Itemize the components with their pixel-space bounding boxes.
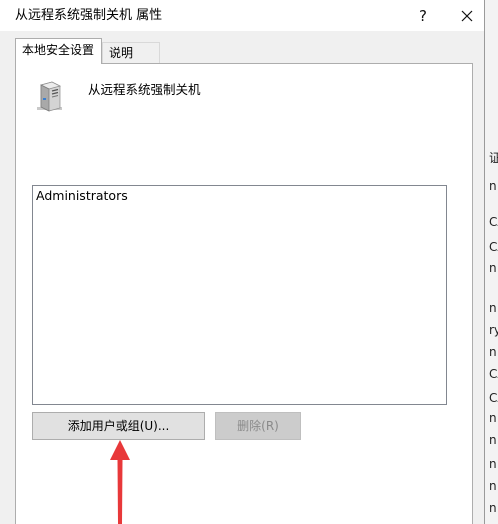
red-arrow-up-icon	[110, 440, 130, 524]
question-mark-icon: ?	[419, 6, 427, 25]
title-bar[interactable]: 从远程系统强制关机 属性 ?	[0, 0, 484, 31]
tab-explain[interactable]: 说明	[102, 42, 160, 63]
members-listbox[interactable]: Administrators	[32, 185, 447, 405]
background-text: CA	[489, 391, 498, 405]
window-title: 从远程系统强制关机 属性	[15, 8, 163, 23]
tab-label: 说明	[109, 46, 134, 60]
close-icon	[461, 10, 473, 21]
background-text: ry	[489, 323, 498, 337]
background-text: n	[489, 479, 497, 493]
tab-panel: 从远程系统强制关机 Administrators 添加用户或组(U)... 删除…	[15, 63, 473, 524]
computer-tower-icon	[37, 81, 62, 112]
background-text: n	[489, 433, 497, 447]
tab-local-security-setting[interactable]: 本地安全设置	[15, 38, 102, 64]
background-text: 证	[489, 150, 498, 166]
background-text: n	[489, 179, 497, 193]
background-text: CA	[489, 367, 498, 381]
background-text: n	[489, 301, 497, 315]
background-text: n	[489, 501, 497, 515]
background-text: n	[489, 345, 497, 359]
help-button[interactable]: ?	[400, 0, 446, 31]
background-text: n	[489, 261, 497, 275]
tab-label: 本地安全设置	[22, 43, 95, 57]
close-button[interactable]	[444, 0, 490, 31]
background-text: n	[489, 411, 497, 425]
background-text: CA	[489, 240, 498, 254]
list-item[interactable]: Administrators	[33, 186, 446, 206]
background-text: CA	[489, 215, 498, 229]
add-user-or-group-button[interactable]: 添加用户或组(U)...	[32, 412, 205, 440]
remove-button[interactable]: 删除(R)	[215, 412, 301, 440]
background-text: n	[489, 457, 497, 471]
background-window-right-strip: 证 n CA CA n n ry n CA CA n n n n n	[484, 0, 498, 524]
policy-name: 从远程系统强制关机	[88, 82, 201, 97]
properties-dialog: 从远程系统强制关机 属性 ? 本地安全设置 说明 从远程系统强制关机 Admin…	[0, 0, 485, 524]
